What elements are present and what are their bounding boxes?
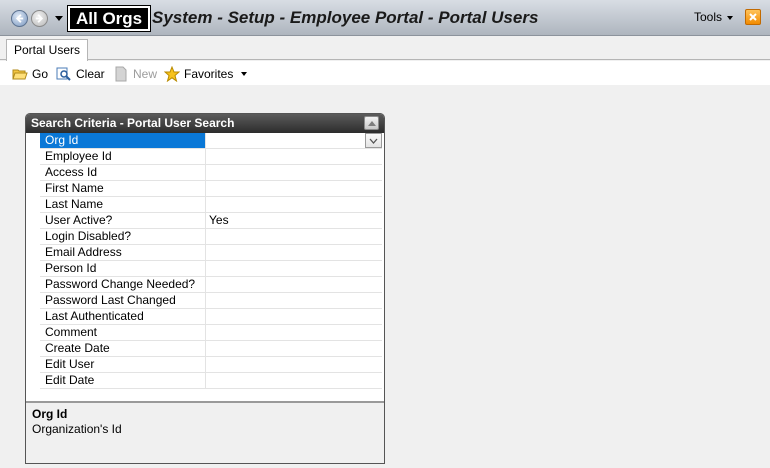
search-criteria-panel: Search Criteria - Portal User Search Org… [25, 113, 385, 464]
go-button[interactable]: Go [12, 65, 48, 83]
clear-button[interactable]: Clear [56, 65, 105, 83]
criteria-value-field[interactable] [206, 277, 382, 292]
criteria-grid: Org Id Employee Id Access Id First Name Last… [40, 133, 382, 389]
tab-portal-users[interactable]: Portal Users [6, 39, 89, 61]
criteria-value-field[interactable] [206, 197, 382, 212]
criteria-value-field[interactable] [206, 149, 382, 164]
close-button[interactable] [745, 9, 761, 25]
criteria-label: Person Id [40, 261, 206, 276]
criteria-value-field[interactable] [206, 309, 382, 324]
criteria-label: First Name [40, 181, 206, 196]
criteria-value-field[interactable] [206, 181, 382, 196]
toolbar: Go Clear New Favorites [0, 61, 770, 85]
new-document-icon [115, 66, 127, 82]
new-button-label: New [133, 67, 158, 81]
criteria-value-field[interactable] [206, 325, 382, 340]
criteria-row[interactable]: Login Disabled? [40, 229, 382, 245]
new-button[interactable]: New [113, 65, 157, 83]
criteria-value-field[interactable] [206, 261, 382, 276]
chevron-down-icon [241, 72, 248, 76]
criteria-value-field[interactable] [206, 293, 382, 308]
panel-title: Search Criteria - Portal User Search [31, 116, 235, 130]
criteria-label: Email Address [40, 245, 206, 260]
close-icon [749, 13, 757, 21]
criteria-label: Create Date [40, 341, 206, 356]
criteria-label: Edit User [40, 357, 206, 372]
criteria-row[interactable]: Org Id [40, 133, 382, 149]
forward-button[interactable] [31, 10, 48, 27]
criteria-label: Last Name [40, 197, 206, 212]
criteria-value-field[interactable] [206, 341, 382, 356]
criteria-row[interactable]: Employee Id [40, 149, 382, 165]
criteria-label: Login Disabled? [40, 229, 206, 244]
description-title: Org Id [32, 407, 68, 421]
chevron-down-icon [727, 15, 734, 20]
criteria-label: Org Id [40, 133, 206, 148]
criteria-value-field[interactable] [206, 229, 382, 244]
criteria-value-field[interactable]: Yes [206, 213, 382, 228]
criteria-label: Password Change Needed? [40, 277, 206, 292]
criteria-label: Password Last Changed [40, 293, 206, 308]
criteria-row[interactable]: Password Last Changed [40, 293, 382, 309]
criteria-value-field[interactable] [206, 357, 382, 372]
back-button[interactable] [11, 10, 28, 27]
criteria-label: Employee Id [40, 149, 206, 164]
description-text: Organization's Id [32, 422, 122, 436]
criteria-row[interactable]: Create Date [40, 341, 382, 357]
collapse-button[interactable] [364, 116, 379, 130]
chevron-down-icon [369, 138, 378, 144]
criteria-value-field[interactable] [206, 165, 382, 180]
criteria-row[interactable]: Last Name [40, 197, 382, 213]
tools-menu-label: Tools [694, 10, 723, 24]
criteria-row[interactable]: Last Authenticated [40, 309, 382, 325]
folder-open-icon [12, 69, 28, 80]
favorites-menu[interactable]: Favorites [164, 65, 248, 83]
criteria-row[interactable]: Edit User [40, 357, 382, 373]
criteria-label: Access Id [40, 165, 206, 180]
panel-header: Search Criteria - Portal User Search [26, 114, 384, 133]
forward-arrow-icon [35, 14, 44, 23]
clear-search-icon [56, 67, 71, 81]
criteria-value-field[interactable] [206, 373, 382, 388]
tab-strip: Portal Users [0, 36, 770, 61]
criteria-row[interactable]: Edit Date [40, 373, 382, 389]
title-bar: All Orgs System - Setup - Employee Porta… [0, 0, 770, 36]
criteria-row[interactable]: Access Id [40, 165, 382, 181]
criteria-label: Edit Date [40, 373, 206, 388]
criteria-value-field[interactable] [206, 133, 382, 148]
criteria-row[interactable]: Password Change Needed? [40, 277, 382, 293]
field-description: Org Id Organization's Id [26, 401, 384, 463]
page-title: System - Setup - Employee Portal - Porta… [152, 8, 539, 27]
criteria-row[interactable]: Comment [40, 325, 382, 341]
go-button-label: Go [32, 67, 49, 81]
criteria-row[interactable]: Person Id [40, 261, 382, 277]
criteria-label: Comment [40, 325, 206, 340]
tools-menu[interactable]: Tools [694, 10, 734, 24]
combo-dropdown-button[interactable] [365, 133, 382, 148]
criteria-row[interactable]: Email Address [40, 245, 382, 261]
back-arrow-icon [15, 14, 24, 23]
star-icon [164, 66, 180, 82]
clear-button-label: Clear [76, 67, 105, 81]
criteria-row[interactable]: User Active? Yes [40, 213, 382, 229]
criteria-value-field[interactable] [206, 245, 382, 260]
favorites-menu-label: Favorites [184, 67, 234, 81]
history-dropdown-icon[interactable] [55, 16, 63, 21]
criteria-label: User Active? [40, 213, 206, 228]
criteria-label: Last Authenticated [40, 309, 206, 324]
criteria-value-text: Yes [209, 213, 229, 227]
criteria-row[interactable]: First Name [40, 181, 382, 197]
org-badge[interactable]: All Orgs [66, 5, 152, 32]
